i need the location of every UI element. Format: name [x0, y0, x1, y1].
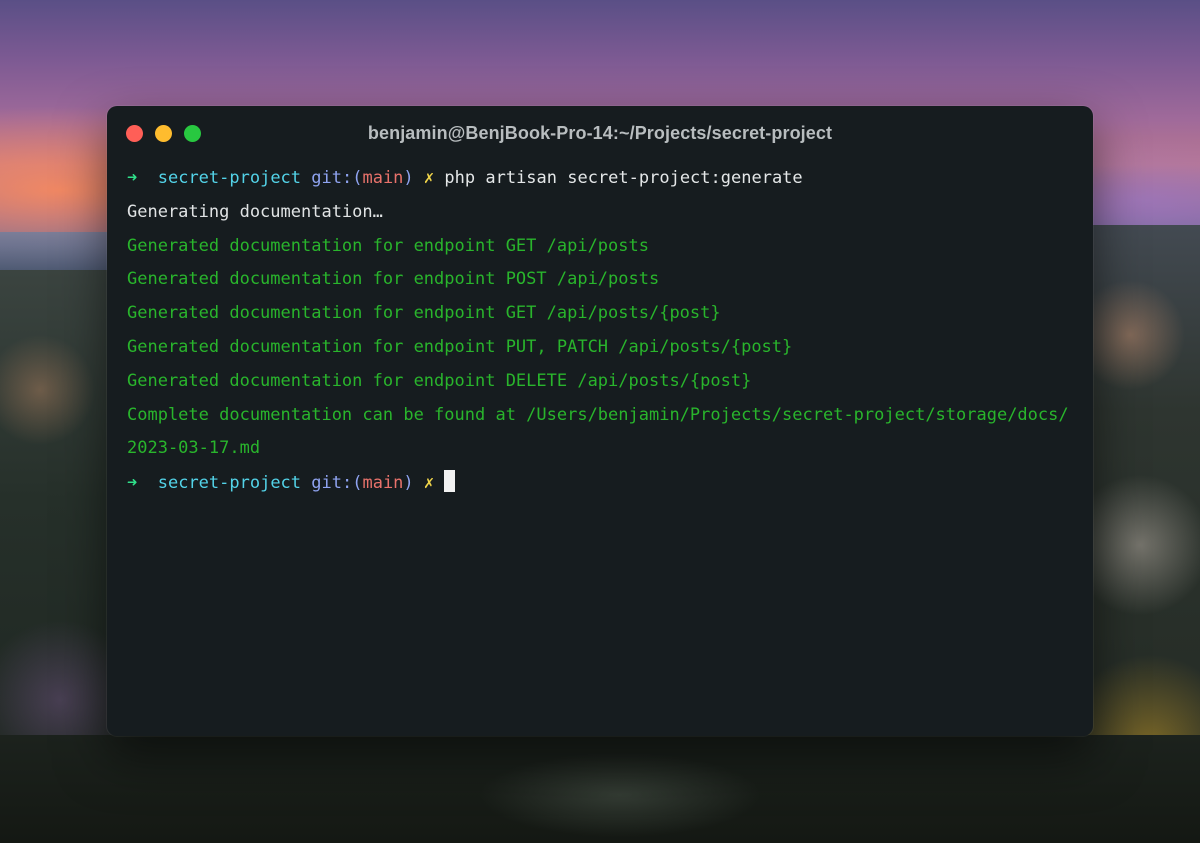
prompt-git-close: )	[403, 168, 414, 188]
output-line-success: Generated documentation for endpoint POS…	[127, 269, 660, 290]
dirty-marker-icon: ✗	[423, 473, 435, 494]
prompt-branch: main	[362, 473, 404, 494]
output-line-success: Generated documentation for endpoint GET…	[127, 235, 649, 256]
output-line-success: Generated documentation for endpoint GET…	[127, 303, 721, 324]
prompt-directory: secret-project	[157, 168, 302, 188]
prompt-arrow-icon: ➜	[127, 473, 138, 494]
command-line: ➜ secret-project git:(main) ✗ php artisa…	[127, 166, 1083, 200]
window-title: benjamin@BenjBook-Pro-14:~/Projects/secr…	[367, 123, 833, 143]
prompt-git-label: git:(	[311, 168, 363, 188]
output-line-success: Generated documentation for endpoint PUT…	[127, 336, 793, 357]
prompt-directory: secret-project	[157, 473, 302, 494]
prompt-git-close: )	[403, 473, 414, 494]
prompt-arrow-icon: ➜	[127, 168, 138, 188]
title-bar[interactable]: benjamin@BenjBook-Pro-14:~/Projects/secr…	[107, 106, 1093, 158]
output-line-status: Generating documentation…	[127, 201, 383, 222]
terminal-output[interactable]: ➜ secret-project git:(main) ✗ php artisa…	[127, 166, 1083, 504]
output-line-docs-file: 2023-03-17.md	[127, 438, 261, 459]
wallpaper-foreground	[0, 735, 1200, 843]
command-text: php artisan secret-project:generate	[444, 168, 803, 188]
output-line-docs-path: Complete documentation can be found at /…	[127, 404, 1069, 425]
output-line-success: Generated documentation for endpoint DEL…	[127, 370, 752, 391]
dirty-marker-icon: ✗	[423, 168, 435, 188]
prompt-git-label: git:(	[311, 473, 363, 494]
text-cursor[interactable]	[444, 470, 456, 493]
terminal-window[interactable]: benjamin@BenjBook-Pro-14:~/Projects/secr…	[107, 106, 1093, 736]
prompt-branch: main	[362, 168, 404, 188]
input-prompt-line[interactable]: ➜ secret-project git:(main) ✗	[127, 470, 1083, 504]
